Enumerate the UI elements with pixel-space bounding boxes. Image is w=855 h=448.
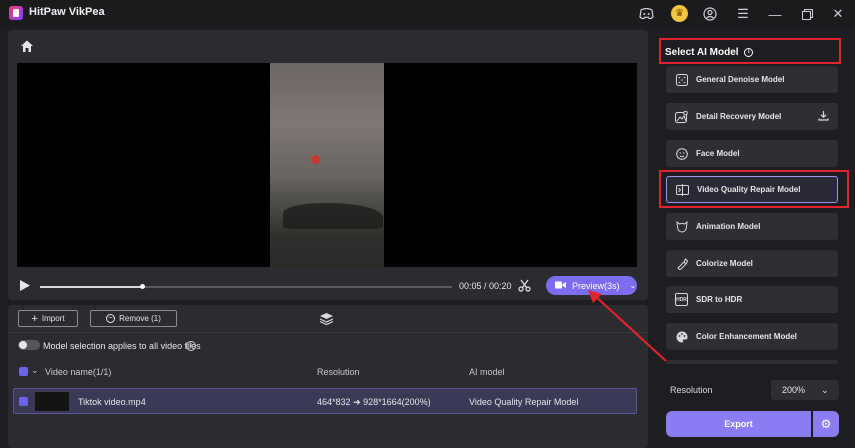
gear-icon[interactable]: ⚙ [813,411,839,437]
scissors-icon[interactable] [518,279,531,297]
chevron-down-icon[interactable]: ⌄ [31,365,39,376]
timeline-progress [40,286,142,288]
resolution-value: 200% [782,385,806,395]
model-label: Detail Recovery Model [696,112,782,121]
model-face[interactable]: Face Model [666,140,838,167]
play-icon[interactable] [19,279,31,297]
hdr-icon: HDR [675,293,688,306]
model-video-quality-repair[interactable]: Video Quality Repair Model [666,176,838,203]
crown-icon[interactable]: ♛ [671,5,688,22]
file-resolution: 464*832 ➜ 928*1664(200%) [317,397,431,407]
model-label: Face Model [696,149,740,158]
export-button[interactable]: Export [666,411,811,437]
account-icon[interactable] [701,5,719,23]
model-sdr-to-hdr[interactable]: HDR SDR to HDR [666,286,838,313]
model-list-overflow [666,360,838,364]
model-label: Video Quality Repair Model [697,185,801,194]
download-icon[interactable] [818,110,829,123]
model-label: SDR to HDR [696,295,743,304]
model-color-enhancement[interactable]: Color Enhancement Model [666,323,838,350]
restore-icon[interactable] [798,5,816,23]
divider [8,332,648,333]
video-sun [311,155,320,164]
menu-icon[interactable]: ☰ [734,5,752,23]
camera-icon [555,281,566,291]
info-icon[interactable]: i [744,47,754,57]
chevron-down-icon: ⌄ [821,384,829,395]
ai-panel-title: Select AI Model i [665,47,754,58]
app-title: HitPaw VikPea [29,6,105,18]
denoise-icon [675,73,688,86]
minimize-icon[interactable]: — [766,5,784,23]
discord-icon[interactable] [637,5,655,23]
model-apply-toggle[interactable] [18,340,40,350]
model-apply-label: Model selection applies to all video fil… [43,341,201,351]
model-label: General Denoise Model [696,75,785,84]
model-general-denoise[interactable]: General Denoise Model [666,66,838,93]
close-icon[interactable]: ✕ [829,5,847,23]
home-icon[interactable] [19,38,37,56]
resolution-select[interactable]: 200% ⌄ [771,380,839,400]
minus-circle-icon: − [106,314,116,323]
app-logo-icon [9,6,23,20]
annotation-arrow [588,290,667,362]
detail-recovery-icon [675,110,688,123]
face-icon [675,147,688,160]
colorize-icon [675,257,688,270]
model-label: Colorize Model [696,259,753,268]
timeline-handle[interactable] [140,284,145,289]
model-label: Color Enhancement Model [696,332,797,341]
column-header-model: AI model [469,367,505,377]
video-trees [283,203,383,229]
time-readout: 00:05 / 00:20 [459,281,512,291]
video-frame [270,63,384,267]
animation-icon [675,220,688,233]
file-model: Video Quality Repair Model [469,397,579,407]
model-colorize[interactable]: Colorize Model [666,250,838,277]
select-all-checkbox[interactable] [19,367,28,376]
title-bar [0,0,855,27]
info-icon[interactable]: i [186,341,196,351]
row-checkbox[interactable] [19,397,28,406]
model-label: Animation Model [696,222,761,231]
color-enhancement-icon [675,330,688,343]
model-animation[interactable]: Animation Model [666,213,838,240]
column-header-resolution: Resolution [317,367,360,377]
remove-button[interactable]: − Remove (1) [90,310,177,327]
quality-repair-icon [676,183,689,196]
import-label: Import [41,314,65,323]
import-button[interactable]: + Import [18,310,78,327]
layers-icon[interactable] [319,312,334,330]
file-name: Tiktok video.mp4 [78,397,146,407]
column-header-name: Video name(1/1) [45,367,112,377]
resolution-label: Resolution [670,385,713,395]
remove-label: Remove (1) [119,314,161,323]
plus-icon: + [31,312,38,325]
model-detail-recovery[interactable]: Detail Recovery Model [666,103,838,130]
video-thumbnail [35,392,69,411]
